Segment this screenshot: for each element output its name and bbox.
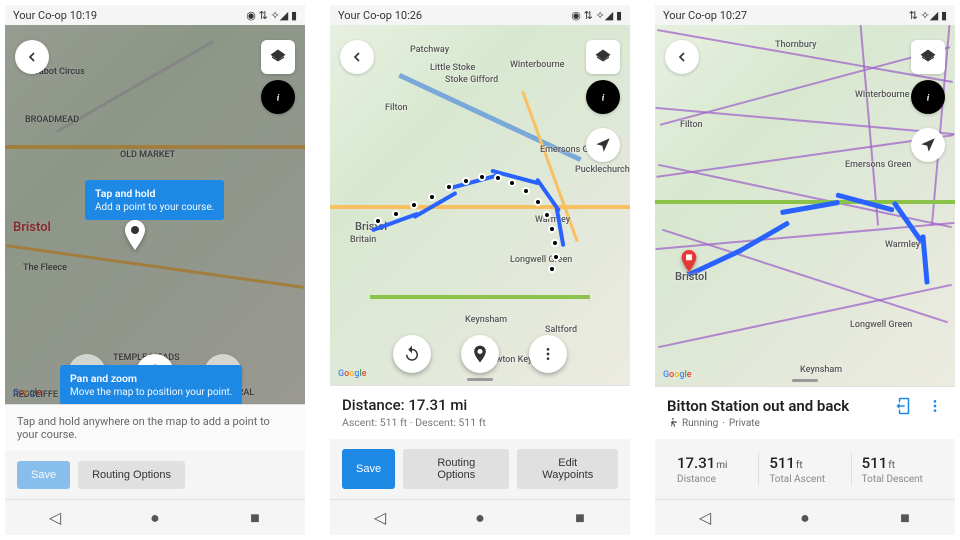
save-button[interactable]: Save: [17, 461, 70, 489]
nav-home[interactable]: ●: [462, 500, 498, 536]
nav-recent[interactable]: ■: [237, 500, 273, 536]
info-button[interactable]: i: [261, 80, 295, 114]
android-nav-bar: ◁ ● ■: [330, 499, 630, 535]
svg-text:i: i: [277, 93, 280, 103]
drag-handle[interactable]: [467, 378, 493, 381]
drag-handle[interactable]: [792, 379, 818, 382]
map-canvas[interactable]: Cabot Circus BROADMEAD OLD MARKET Bristo…: [5, 25, 305, 404]
location-arrow-icon: [919, 136, 937, 154]
nav-back[interactable]: ◁: [362, 500, 398, 536]
route-header-panel: Bitton Station out and back Running · Pr…: [655, 386, 955, 439]
add-point-button[interactable]: [461, 335, 499, 373]
status-bar: Your Co-op 10:19 ◉ ⇅ ✧◢ ▮: [5, 5, 305, 25]
info-button[interactable]: i: [586, 80, 620, 114]
info-icon: i: [595, 89, 611, 105]
nav-home[interactable]: ●: [787, 500, 823, 536]
route-stats-panel: Distance: 17.31 mi Ascent: 511 ft · Desc…: [330, 385, 630, 439]
more-button[interactable]: [529, 335, 567, 373]
send-to-device-icon[interactable]: [895, 397, 913, 415]
stat-descent: 511ft Total Descent: [852, 453, 943, 485]
more-vert-icon: [540, 346, 556, 362]
layers-icon: [269, 48, 287, 66]
nav-recent[interactable]: ■: [562, 500, 598, 536]
running-icon: [667, 418, 678, 429]
layers-icon: [919, 48, 937, 66]
status-bar: Your Co-op 10:27 ⇅ ✧◢ ▮: [655, 5, 955, 25]
routing-options-button[interactable]: Routing Options: [403, 449, 509, 489]
layers-icon: [594, 48, 612, 66]
info-icon: i: [270, 89, 286, 105]
google-logo: Google: [338, 369, 367, 379]
action-bar: Save Routing Options: [5, 451, 305, 499]
nav-recent[interactable]: ■: [887, 500, 923, 536]
status-bar: Your Co-op 10:26 ◉ ⇅ ✧◢ ▮: [330, 5, 630, 25]
hint-text: Tap and hold anywhere on the map to add …: [5, 404, 305, 451]
tooltip-tap-hold: Tap and hold Add a point to your course.: [85, 180, 224, 220]
more-vert-icon[interactable]: [927, 398, 943, 414]
status-icons: ◉ ⇅ ✧◢ ▮: [246, 9, 297, 22]
chevron-left-icon: [349, 49, 365, 65]
screenshot-2: Your Co-op 10:26 ◉ ⇅ ✧◢ ▮ Patchway Littl…: [330, 5, 630, 535]
android-nav-bar: ◁ ● ■: [5, 499, 305, 535]
pin-icon: [470, 344, 490, 364]
status-icons: ⇅ ✧◢ ▮: [909, 9, 947, 22]
locate-button[interactable]: [586, 128, 620, 162]
layers-button[interactable]: [586, 40, 620, 74]
info-icon: i: [920, 89, 936, 105]
nav-home[interactable]: ●: [137, 500, 173, 536]
map-pin[interactable]: [123, 220, 147, 250]
screenshot-1: Your Co-op 10:19 ◉ ⇅ ✧◢ ▮ Cabot Circus B…: [5, 5, 305, 535]
svg-text:i: i: [602, 93, 605, 103]
screenshot-3: Your Co-op 10:27 ⇅ ✧◢ ▮ Thornbury Winter…: [655, 5, 955, 535]
android-nav-bar: ◁ ● ■: [655, 499, 955, 535]
map-canvas[interactable]: Thornbury Winterbourne Filton Emersons G…: [655, 25, 955, 386]
info-button[interactable]: i: [911, 80, 945, 114]
map-canvas[interactable]: Patchway Little Stoke Stoke Gifford Wint…: [330, 25, 630, 385]
location-arrow-icon: [594, 136, 612, 154]
tooltip-pan-zoom: Pan and zoom Move the map to position yo…: [60, 365, 242, 404]
google-logo: Google: [13, 388, 42, 398]
layers-button[interactable]: [261, 40, 295, 74]
route-start-pin: [680, 250, 698, 272]
nav-back[interactable]: ◁: [687, 500, 723, 536]
routing-options-button[interactable]: Routing Options: [78, 461, 185, 489]
svg-text:i: i: [927, 93, 930, 103]
save-button[interactable]: Save: [342, 449, 395, 489]
nav-back[interactable]: ◁: [37, 500, 73, 536]
layers-button[interactable]: [911, 40, 945, 74]
chevron-left-icon: [24, 49, 40, 65]
route-stats-row: 17.31mi Distance 511ft Total Ascent 511f…: [655, 439, 955, 499]
route-title: Bitton Station out and back: [667, 397, 849, 415]
back-button[interactable]: [665, 40, 699, 74]
undo-icon: [403, 345, 421, 363]
status-icons: ◉ ⇅ ✧◢ ▮: [571, 9, 622, 22]
back-button[interactable]: [340, 40, 374, 74]
chevron-left-icon: [674, 49, 690, 65]
stat-distance: 17.31mi Distance: [667, 453, 759, 485]
stat-ascent: 511ft Total Ascent: [759, 453, 851, 485]
undo-button[interactable]: [393, 335, 431, 373]
google-logo: Google: [663, 370, 692, 380]
back-button[interactable]: [15, 40, 49, 74]
edit-waypoints-button[interactable]: Edit Waypoints: [517, 449, 618, 489]
action-bar: Save Routing Options Edit Waypoints: [330, 439, 630, 499]
locate-button[interactable]: [911, 128, 945, 162]
